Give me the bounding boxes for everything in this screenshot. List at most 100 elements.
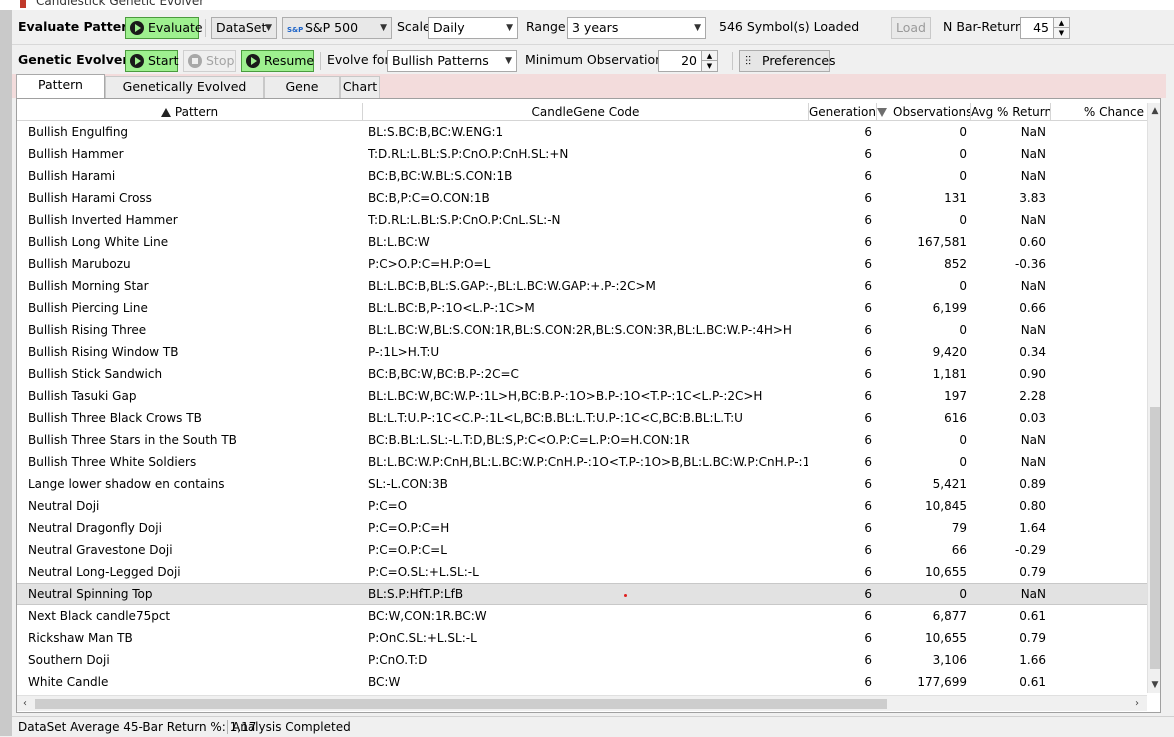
table-row[interactable]: Bullish Long White Line BL:L.BC:W 6 167,581… (17, 231, 1147, 253)
cell-pattern: Neutral Long-Legged Doji (28, 565, 181, 579)
table-row[interactable]: Bullish Inverted Hammer T:D.RL:L.BL:S.P:C… (17, 209, 1147, 231)
cell-pattern: Bullish Marubozu (28, 257, 131, 271)
resume-button-label: Resume (264, 53, 315, 68)
window-title: Candlestick Genetic Evolver (36, 0, 205, 8)
table-row[interactable]: Bullish Tasuki Gap BL:L.BC:W,BC:W.P-:1L>H… (17, 385, 1147, 407)
stepper-down-icon[interactable]: ▼ (701, 61, 717, 71)
range-label: Range (526, 19, 566, 34)
scroll-down-icon[interactable]: ▼ (1148, 677, 1160, 693)
cell-avg-return: 0.03 (1019, 411, 1046, 425)
play-icon (246, 54, 260, 68)
cell-generations: 6 (864, 477, 872, 491)
evolve-for-dropdown[interactable]: Bullish Patterns ▼ (387, 50, 517, 72)
start-button[interactable]: Start (125, 50, 179, 72)
chevron-down-icon: ▼ (505, 56, 512, 66)
min-observations-stepper[interactable]: 20 ▲ ▼ (658, 50, 718, 72)
column-header-generations[interactable]: Generations (809, 103, 877, 121)
cell-pattern: Rickshaw Man TB (28, 631, 133, 645)
table-row[interactable]: White Candle BC:W 6 177,699 0.61 (17, 671, 1147, 693)
table-row[interactable]: Bullish Piercing Line BL:L.BC:B,P-:1O<L.P… (17, 297, 1147, 319)
cell-avg-return: -0.29 (1014, 543, 1046, 557)
table-row[interactable]: Bullish Three Black Crows TB BL:L.T:U.P-:… (17, 407, 1147, 429)
cell-pattern: Bullish Harami (28, 169, 116, 183)
column-header-observations[interactable]: Observations (877, 103, 971, 121)
table-row[interactable]: Bullish Hammer T:D.RL:L.BL:S.P:CnO.P:CnH.… (17, 143, 1147, 165)
scroll-up-icon[interactable]: ▲ (1148, 103, 1160, 119)
table-row[interactable]: Southern Doji P:CnO.T:D 6 3,106 1.66 (17, 649, 1147, 671)
column-header-code[interactable]: CandleGene Code (363, 103, 809, 121)
vertical-scrollbar[interactable]: ▲ ▼ (1147, 103, 1160, 693)
cell-code: P:OnC.SL:+L.SL:-L (368, 631, 477, 645)
cell-avg-return: 1.66 (1019, 653, 1046, 667)
stepper-down-icon[interactable]: ▼ (1053, 28, 1069, 38)
stop-button[interactable]: Stop (183, 50, 236, 72)
cell-generations: 6 (864, 301, 872, 315)
cell-code: P:CnO.T:D (368, 653, 428, 667)
table-row[interactable]: Bullish Rising Three BL:L.BC:W,BL:S.CON:1… (17, 319, 1147, 341)
horizontal-scroll-thumb[interactable] (35, 699, 887, 709)
vertical-scroll-thumb[interactable] (1150, 407, 1160, 669)
evaluate-button[interactable]: Evaluate (125, 17, 203, 39)
min-observations-value: 20 (681, 53, 697, 68)
cell-code: P:C>O.P:C=H.P:O=L (368, 257, 491, 271)
status-bar: DataSet Average 45-Bar Return %: 1,17 An… (12, 716, 1174, 736)
cell-code: BL:L.BC:W,BC:W.P-:1L>H,BC:B.P-:1O>B.P-:1… (368, 389, 763, 403)
table-row[interactable]: Bullish Stick Sandwich BC:B,BC:W,BC:B.P-:… (17, 363, 1147, 385)
table-row[interactable]: Bullish Morning Star BL:L.BC:B,BL:S.GAP:-… (17, 275, 1147, 297)
left-edge-strip (0, 10, 12, 736)
table-row[interactable]: Lange lower shadow en contains SL:-L.CON:… (17, 473, 1147, 495)
table-row[interactable]: Bullish Harami BC:B,BC:W.BL:S.CON:1B 6 0 NaN (17, 165, 1147, 187)
table-row[interactable]: Bullish Harami Cross BC:B,P:C=O.CON:1B 6 13… (17, 187, 1147, 209)
chevron-down-icon: ▼ (380, 23, 387, 33)
cell-observations: 0 (959, 323, 967, 337)
table-row[interactable]: Next Black candle75pct BC:W,CON:1R.BC:W 6 6… (17, 605, 1147, 627)
dataset-dropdown[interactable]: DataSet ▼ (211, 17, 277, 39)
cell-pattern: Neutral Dragonfly Doji (28, 521, 162, 535)
evaluate-button-label: Evaluate (148, 20, 203, 35)
cell-observations: 5,421 (932, 477, 967, 491)
load-button[interactable]: Load (891, 17, 931, 39)
cell-pattern: Bullish Morning Star (28, 279, 149, 293)
scale-dropdown[interactable]: Daily ▼ (428, 17, 518, 39)
tab-pattern-library[interactable]: Pattern Library (16, 74, 105, 112)
table-row[interactable]: Bullish Three Stars in the South TB BC:B.… (17, 429, 1147, 451)
cell-code: BL:L.T:U.P-:1C<C.P-:1L<L,BC:B.BL:L.T:U.P… (368, 411, 743, 425)
dataset-value-dropdown[interactable]: S&P S&P 500 ▼ (282, 17, 392, 39)
tab-genetically-evolved-patterns[interactable]: Genetically Evolved Patterns (105, 76, 264, 114)
cell-code: BL:L.BC:W (368, 235, 430, 249)
table-row[interactable]: Bullish Marubozu P:C>O.P:C=H.P:O=L 6 852 -0.… (17, 253, 1147, 275)
resume-button[interactable]: Resume (241, 50, 314, 72)
table-row[interactable]: Bullish Engulfing BL:S.BC:B,BC:W.ENG:1 6 0 N… (17, 121, 1147, 143)
nbar-return-stepper[interactable]: 45 ▲ ▼ (1020, 17, 1070, 39)
cell-observations: 0 (959, 433, 967, 447)
table-row[interactable]: Neutral Doji P:C=O 6 10,845 0.80 (17, 495, 1147, 517)
column-header-avg-return[interactable]: Avg % Return (971, 103, 1051, 121)
cell-code: P:C=O.P:C=L (368, 543, 447, 557)
table-row[interactable]: Bullish Three White Soldiers BL:L.BC:W.P:… (17, 451, 1147, 473)
scroll-right-icon[interactable]: › (1129, 696, 1145, 712)
start-button-label: Start (148, 53, 179, 68)
cell-generations: 6 (864, 257, 872, 271)
cell-generations: 6 (864, 191, 872, 205)
column-header-observations-label: Observations (893, 105, 971, 119)
table-row[interactable]: Neutral Spinning Top BL:S.P:HfT.P:LfB 6 0 Na… (17, 583, 1147, 605)
stepper-up-icon[interactable]: ▲ (1053, 18, 1069, 28)
column-header-chance[interactable]: % Chance (1051, 103, 1147, 121)
range-dropdown[interactable]: 3 years ▼ (567, 17, 706, 39)
column-header-pattern[interactable]: Pattern (17, 103, 363, 121)
cell-generations: 6 (864, 565, 872, 579)
tab-gene-roster[interactable]: Gene Roster (264, 76, 340, 114)
table-row[interactable]: Neutral Gravestone Doji P:C=O.P:C=L 6 66 -0.… (17, 539, 1147, 561)
preferences-button[interactable]: ⫶⫶ Preferences (739, 50, 836, 72)
cell-observations: 10,655 (925, 565, 967, 579)
sort-ascending-icon (160, 108, 171, 117)
scroll-left-icon[interactable]: ‹ (17, 696, 33, 712)
stepper-up-icon[interactable]: ▲ (701, 51, 717, 61)
table-row[interactable]: Neutral Dragonfly Doji P:C=O.P:C=H 6 79 1.64 (17, 517, 1147, 539)
horizontal-scrollbar[interactable]: ‹ › (17, 695, 1147, 711)
table-row[interactable]: Neutral Long-Legged Doji P:C=O.SL:+L.SL:-… (17, 561, 1147, 583)
table-row[interactable]: Rickshaw Man TB P:OnC.SL:+L.SL:-L 6 10,655 0… (17, 627, 1147, 649)
cell-code: T:D.RL:L.BL:S.P:CnO.P:CnL.SL:-N (368, 213, 561, 227)
table-row[interactable]: Bullish Rising Window TB P-:1L>H.T:U 6 9,42… (17, 341, 1147, 363)
tab-chart[interactable]: Chart (340, 76, 380, 98)
